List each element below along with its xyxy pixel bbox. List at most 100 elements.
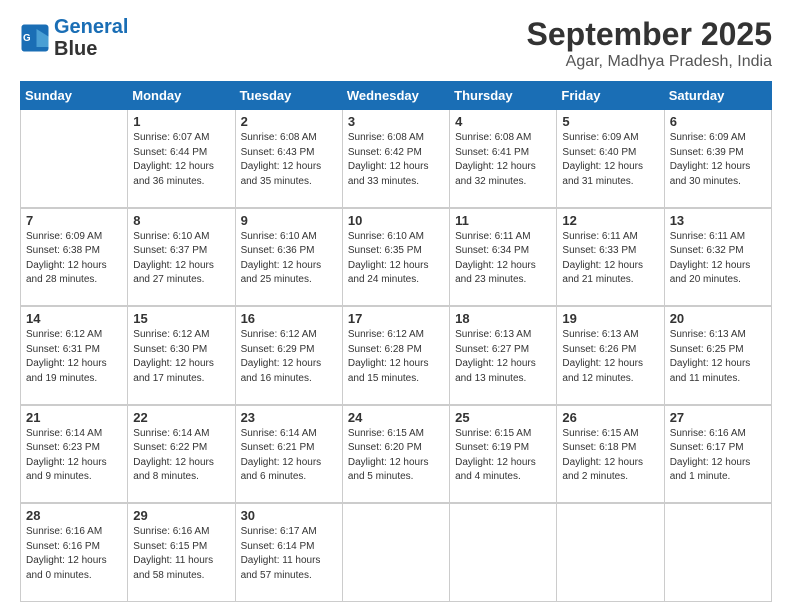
cell-info: Sunrise: 6:10 AM Sunset: 6:37 PM Dayligh… xyxy=(133,230,229,288)
cell-info: Sunrise: 6:07 AM Sunset: 6:44 PM Dayligh… xyxy=(133,131,229,189)
calendar-cell: 14 Sunrise: 6:12 AM Sunset: 6:31 PM Dayli… xyxy=(21,306,128,404)
location: Agar, Madhya Pradesh, India xyxy=(527,53,772,71)
day-number: 15 xyxy=(133,311,229,326)
calendar-cell: 7 Sunrise: 6:09 AM Sunset: 6:38 PM Daylig… xyxy=(21,208,128,306)
calendar-cell: 24 Sunrise: 6:15 AM Sunset: 6:20 PM Dayli… xyxy=(342,405,449,503)
calendar-cell: 13Sunrise: 6:11 AM Sunset: 6:32 PM Dayli… xyxy=(664,208,771,306)
day-number: 20 xyxy=(670,311,766,326)
calendar-cell xyxy=(557,503,664,601)
day-number: 11 xyxy=(455,213,551,228)
week-row-5: 28 Sunrise: 6:16 AM Sunset: 6:16 PM Dayli… xyxy=(21,503,772,601)
calendar-cell: 28 Sunrise: 6:16 AM Sunset: 6:16 PM Dayli… xyxy=(21,503,128,601)
day-number: 17 xyxy=(348,311,444,326)
cell-info: Sunrise: 6:15 AM Sunset: 6:19 PM Dayligh… xyxy=(455,427,551,485)
day-number: 19 xyxy=(562,311,658,326)
calendar-cell: 3 Sunrise: 6:08 AM Sunset: 6:42 PM Daylig… xyxy=(342,110,449,208)
header-cell-monday: Monday xyxy=(128,82,235,110)
cell-info: Sunrise: 6:15 AM Sunset: 6:18 PM Dayligh… xyxy=(562,427,658,485)
calendar-cell: 8 Sunrise: 6:10 AM Sunset: 6:37 PM Daylig… xyxy=(128,208,235,306)
calendar-cell: 23Sunrise: 6:14 AM Sunset: 6:21 PM Dayli… xyxy=(235,405,342,503)
header: G General Blue September 2025 Agar, Madh… xyxy=(20,16,772,71)
cell-info: Sunrise: 6:12 AM Sunset: 6:29 PM Dayligh… xyxy=(241,328,337,386)
day-number: 25 xyxy=(455,410,551,425)
cell-info: Sunrise: 6:16 AM Sunset: 6:15 PM Dayligh… xyxy=(133,525,229,583)
day-number: 29 xyxy=(133,508,229,523)
cell-info: Sunrise: 6:14 AM Sunset: 6:23 PM Dayligh… xyxy=(26,427,122,485)
header-row: SundayMondayTuesdayWednesdayThursdayFrid… xyxy=(21,82,772,110)
cell-info: Sunrise: 6:13 AM Sunset: 6:27 PM Dayligh… xyxy=(455,328,551,386)
cell-info: Sunrise: 6:10 AM Sunset: 6:36 PM Dayligh… xyxy=(241,230,337,288)
month-title: September 2025 xyxy=(527,16,772,53)
calendar-cell: 30 Sunrise: 6:17 AM Sunset: 6:14 PM Dayli… xyxy=(235,503,342,601)
cell-info: Sunrise: 6:16 AM Sunset: 6:16 PM Dayligh… xyxy=(26,525,122,583)
cell-info: Sunrise: 6:14 AM Sunset: 6:22 PM Dayligh… xyxy=(133,427,229,485)
cell-info: Sunrise: 6:11 AM Sunset: 6:33 PM Dayligh… xyxy=(562,230,658,288)
logo: G General Blue xyxy=(20,16,128,60)
day-number: 3 xyxy=(348,114,444,129)
calendar-cell: 11 Sunrise: 6:11 AM Sunset: 6:34 PM Dayli… xyxy=(450,208,557,306)
calendar-cell: 22 Sunrise: 6:14 AM Sunset: 6:22 PM Dayli… xyxy=(128,405,235,503)
day-number: 24 xyxy=(348,410,444,425)
header-cell-saturday: Saturday xyxy=(664,82,771,110)
calendar-cell xyxy=(664,503,771,601)
calendar-cell: 25 Sunrise: 6:15 AM Sunset: 6:19 PM Dayli… xyxy=(450,405,557,503)
calendar-cell xyxy=(21,110,128,208)
day-number: 4 xyxy=(455,114,551,129)
day-number: 14 xyxy=(26,311,122,326)
day-number: 6 xyxy=(670,114,766,129)
cell-info: Sunrise: 6:11 AM Sunset: 6:32 PM Dayligh… xyxy=(670,230,766,288)
day-number: 9 xyxy=(241,213,337,228)
cell-info: Sunrise: 6:17 AM Sunset: 6:14 PM Dayligh… xyxy=(241,525,337,583)
calendar-cell: 6 Sunrise: 6:09 AM Sunset: 6:39 PM Daylig… xyxy=(664,110,771,208)
cell-info: Sunrise: 6:11 AM Sunset: 6:34 PM Dayligh… xyxy=(455,230,551,288)
day-number: 2 xyxy=(241,114,337,129)
calendar-cell xyxy=(342,503,449,601)
header-cell-wednesday: Wednesday xyxy=(342,82,449,110)
calendar-cell: 15 Sunrise: 6:12 AM Sunset: 6:30 PM Dayli… xyxy=(128,306,235,404)
page: G General Blue September 2025 Agar, Madh… xyxy=(0,0,792,612)
calendar-cell: 12Sunrise: 6:11 AM Sunset: 6:33 PM Dayli… xyxy=(557,208,664,306)
cell-info: Sunrise: 6:13 AM Sunset: 6:26 PM Dayligh… xyxy=(562,328,658,386)
day-number: 22 xyxy=(133,410,229,425)
logo-text: General Blue xyxy=(54,16,128,60)
calendar-cell: 18 Sunrise: 6:13 AM Sunset: 6:27 PM Dayli… xyxy=(450,306,557,404)
week-row-1: 1 Sunrise: 6:07 AM Sunset: 6:44 PM Daylig… xyxy=(21,110,772,208)
day-number: 18 xyxy=(455,311,551,326)
calendar-cell: 27 Sunrise: 6:16 AM Sunset: 6:17 PM Dayli… xyxy=(664,405,771,503)
cell-info: Sunrise: 6:08 AM Sunset: 6:42 PM Dayligh… xyxy=(348,131,444,189)
cell-info: Sunrise: 6:14 AM Sunset: 6:21 PM Dayligh… xyxy=(241,427,337,485)
cell-info: Sunrise: 6:09 AM Sunset: 6:38 PM Dayligh… xyxy=(26,230,122,288)
day-number: 7 xyxy=(26,213,122,228)
cell-info: Sunrise: 6:09 AM Sunset: 6:39 PM Dayligh… xyxy=(670,131,766,189)
title-block: September 2025 Agar, Madhya Pradesh, Ind… xyxy=(527,16,772,71)
calendar-cell: 26Sunrise: 6:15 AM Sunset: 6:18 PM Dayli… xyxy=(557,405,664,503)
calendar-cell: 10 Sunrise: 6:10 AM Sunset: 6:35 PM Dayli… xyxy=(342,208,449,306)
calendar-cell: 21 Sunrise: 6:14 AM Sunset: 6:23 PM Dayli… xyxy=(21,405,128,503)
day-number: 8 xyxy=(133,213,229,228)
calendar-cell: 29 Sunrise: 6:16 AM Sunset: 6:15 PM Dayli… xyxy=(128,503,235,601)
day-number: 1 xyxy=(133,114,229,129)
day-number: 16 xyxy=(241,311,337,326)
cell-info: Sunrise: 6:16 AM Sunset: 6:17 PM Dayligh… xyxy=(670,427,766,485)
cell-info: Sunrise: 6:15 AM Sunset: 6:20 PM Dayligh… xyxy=(348,427,444,485)
cell-info: Sunrise: 6:09 AM Sunset: 6:40 PM Dayligh… xyxy=(562,131,658,189)
cell-info: Sunrise: 6:10 AM Sunset: 6:35 PM Dayligh… xyxy=(348,230,444,288)
cell-info: Sunrise: 6:08 AM Sunset: 6:43 PM Dayligh… xyxy=(241,131,337,189)
cell-info: Sunrise: 6:12 AM Sunset: 6:31 PM Dayligh… xyxy=(26,328,122,386)
day-number: 30 xyxy=(241,508,337,523)
header-cell-thursday: Thursday xyxy=(450,82,557,110)
calendar-cell: 16 Sunrise: 6:12 AM Sunset: 6:29 PM Dayli… xyxy=(235,306,342,404)
cell-info: Sunrise: 6:12 AM Sunset: 6:28 PM Dayligh… xyxy=(348,328,444,386)
calendar-cell xyxy=(450,503,557,601)
day-number: 21 xyxy=(26,410,122,425)
day-number: 27 xyxy=(670,410,766,425)
cell-info: Sunrise: 6:12 AM Sunset: 6:30 PM Dayligh… xyxy=(133,328,229,386)
week-row-2: 7 Sunrise: 6:09 AM Sunset: 6:38 PM Daylig… xyxy=(21,208,772,306)
day-number: 5 xyxy=(562,114,658,129)
header-cell-friday: Friday xyxy=(557,82,664,110)
day-number: 10 xyxy=(348,213,444,228)
day-number: 28 xyxy=(26,508,122,523)
cell-info: Sunrise: 6:13 AM Sunset: 6:25 PM Dayligh… xyxy=(670,328,766,386)
header-cell-tuesday: Tuesday xyxy=(235,82,342,110)
calendar: SundayMondayTuesdayWednesdayThursdayFrid… xyxy=(20,81,772,602)
